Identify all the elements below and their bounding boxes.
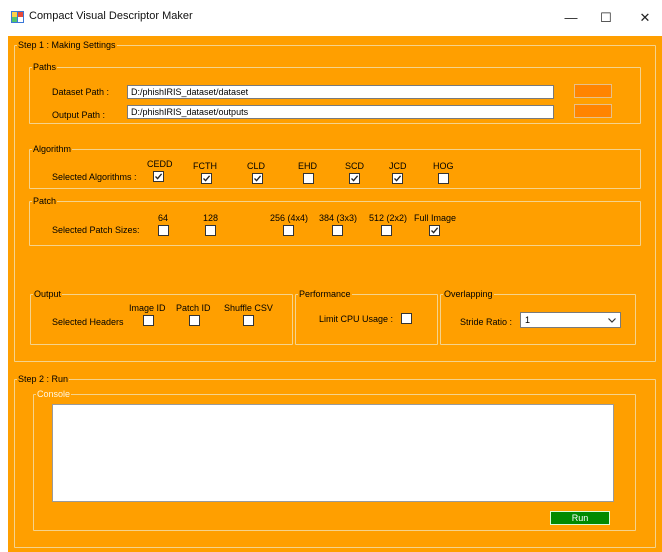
algo-label-cld: CLD xyxy=(247,161,266,171)
patch-label-384: 384 (3x3) xyxy=(319,213,358,223)
header-label-patch-id: Patch ID xyxy=(176,303,211,313)
checkbox-patch-id[interactable] xyxy=(189,315,200,326)
algo-label-jcd: JCD xyxy=(389,161,407,171)
chevron-down-icon xyxy=(608,318,616,323)
checkbox-ehd[interactable] xyxy=(303,173,314,184)
minimize-button[interactable]: — xyxy=(556,7,586,29)
checkbox-patch-128[interactable] xyxy=(205,225,216,236)
checkbox-image-id[interactable] xyxy=(143,315,154,326)
output-path-input[interactable]: D:/phishIRIS_dataset/outputs xyxy=(127,105,554,119)
checkbox-fcth[interactable] xyxy=(201,173,212,184)
overlapping-legend: Overlapping xyxy=(444,289,493,299)
output-legend: Output xyxy=(34,289,62,299)
title-bar: Compact Visual Descriptor Maker — ☐ ✕ xyxy=(0,0,662,36)
patch-label-512: 512 (2x2) xyxy=(369,213,408,223)
header-label-shuffle-csv: Shuffle CSV xyxy=(224,303,273,313)
checkbox-cld[interactable] xyxy=(252,173,263,184)
run-button[interactable]: Run xyxy=(550,511,610,525)
checkbox-patch-384[interactable] xyxy=(332,225,343,236)
algo-label-scd: SCD xyxy=(345,161,365,171)
checkbox-scd[interactable] xyxy=(349,173,360,184)
main-panel: Step 1 : Making Settings Paths Dataset P… xyxy=(8,36,662,552)
algo-label-fcth: FCTH xyxy=(193,161,217,171)
paths-legend: Paths xyxy=(33,62,57,72)
close-button[interactable]: ✕ xyxy=(630,7,660,29)
checkbox-cedd[interactable] xyxy=(153,171,164,182)
checkbox-patch-512[interactable] xyxy=(381,225,392,236)
selected-headers-label: Selected Headers xyxy=(52,317,124,327)
step1-legend: Step 1 : Making Settings xyxy=(18,40,116,50)
selected-patch-sizes-label: Selected Patch Sizes: xyxy=(52,225,140,235)
checkbox-limit-cpu[interactable] xyxy=(401,313,412,324)
algorithm-group: Algorithm xyxy=(29,144,641,189)
algo-label-hog: HOG xyxy=(433,161,454,171)
patch-label-full: Full Image xyxy=(414,213,457,223)
dataset-path-input[interactable]: D:/phishIRIS_dataset/dataset xyxy=(127,85,554,99)
checkbox-hog[interactable] xyxy=(438,173,449,184)
selected-algorithms-label: Selected Algorithms : xyxy=(52,172,137,182)
console-legend: Console xyxy=(37,389,71,399)
stride-ratio-label: Stride Ratio : xyxy=(460,317,513,327)
patch-label-64: 64 xyxy=(158,213,169,223)
limit-cpu-label: Limit CPU Usage : xyxy=(319,314,394,324)
output-path-label: Output Path : xyxy=(52,110,106,120)
browse-dataset-button[interactable] xyxy=(574,84,612,98)
algo-label-cedd: CEDD xyxy=(147,159,173,169)
console-output[interactable] xyxy=(52,404,614,502)
browse-output-button[interactable] xyxy=(574,104,612,118)
header-label-image-id: Image ID xyxy=(129,303,166,313)
patch-legend: Patch xyxy=(33,196,57,206)
algorithm-legend: Algorithm xyxy=(33,144,72,154)
performance-legend: Performance xyxy=(299,289,351,299)
stride-ratio-select[interactable]: 1 xyxy=(520,312,621,328)
checkbox-shuffle-csv[interactable] xyxy=(243,315,254,326)
checkbox-patch-256[interactable] xyxy=(283,225,294,236)
step2-legend: Step 2 : Run xyxy=(18,374,69,384)
dataset-path-label: Dataset Path : xyxy=(52,87,110,97)
checkbox-patch-64[interactable] xyxy=(158,225,169,236)
checkbox-jcd[interactable] xyxy=(392,173,403,184)
stride-ratio-value: 1 xyxy=(525,315,531,325)
app-icon xyxy=(11,11,24,23)
window-title: Compact Visual Descriptor Maker xyxy=(29,10,193,22)
algo-label-ehd: EHD xyxy=(298,161,318,171)
patch-label-256: 256 (4x4) xyxy=(270,213,309,223)
checkbox-patch-full[interactable] xyxy=(429,225,440,236)
maximize-button[interactable]: ☐ xyxy=(591,7,621,29)
patch-label-128: 128 xyxy=(203,213,219,223)
